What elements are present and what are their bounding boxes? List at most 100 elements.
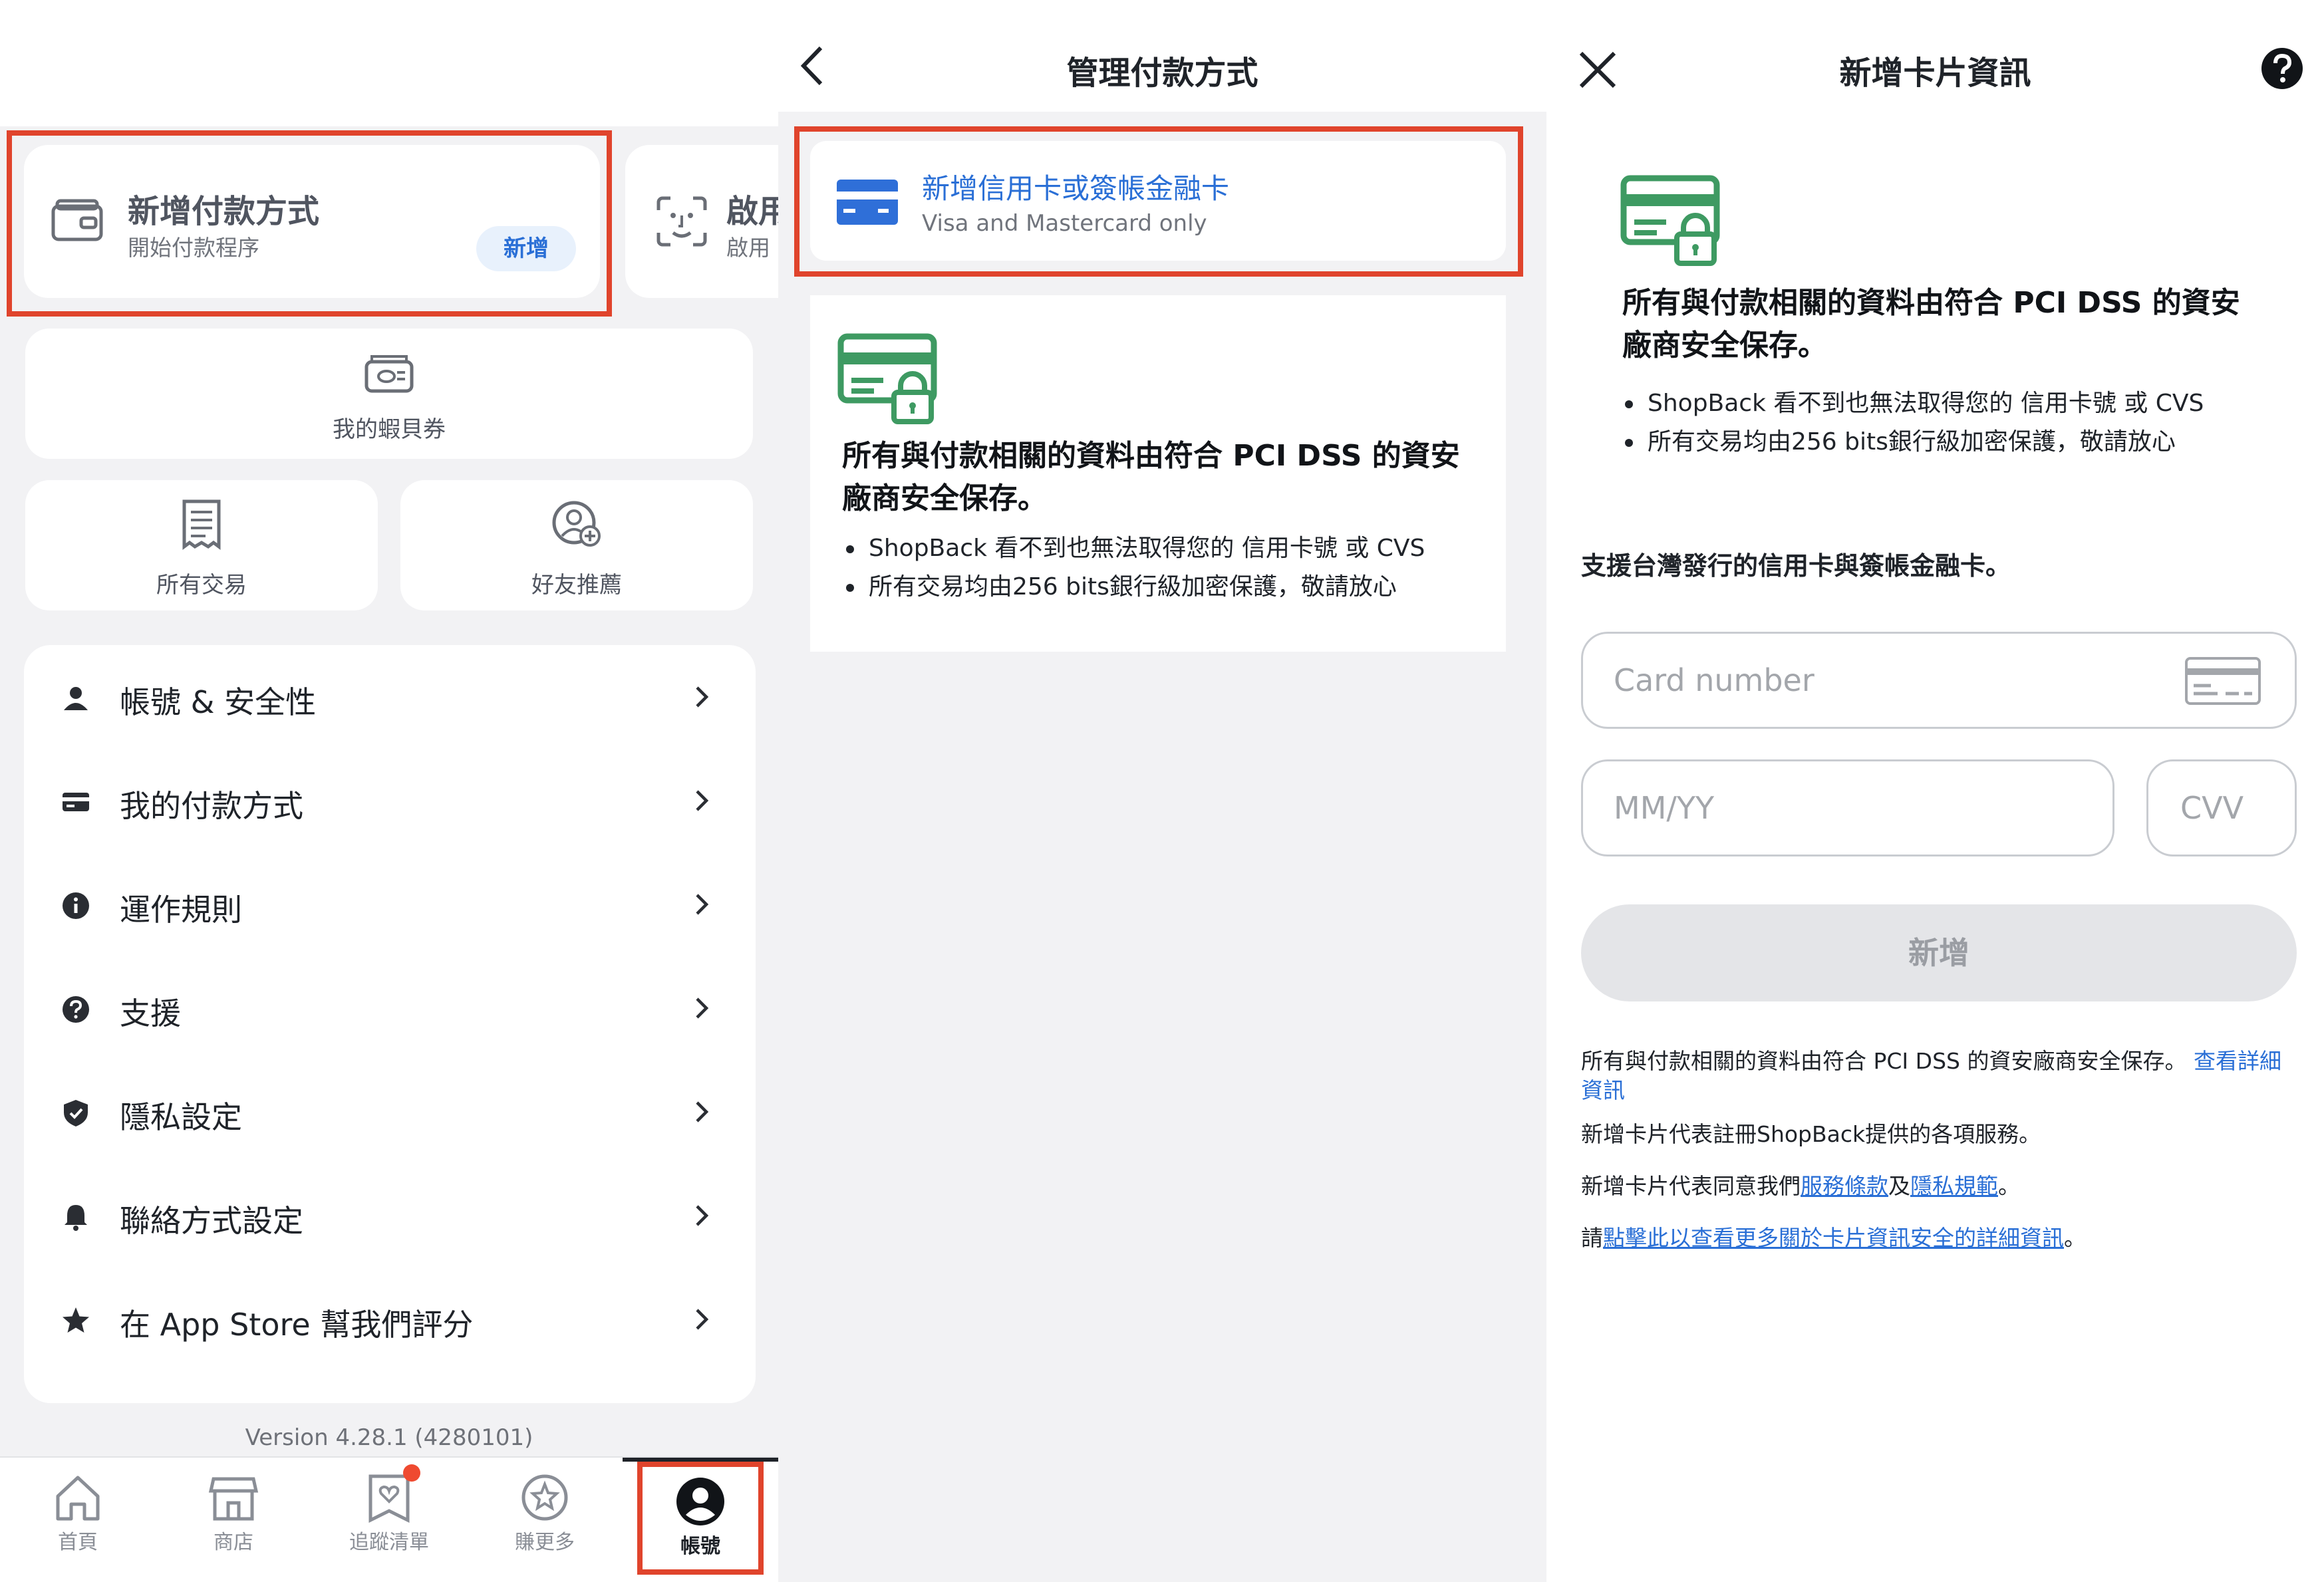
security-notice: 所有與付款相關的資料由符合 PCI DSS 的資安廠商安全保存。 ShopBac… [1620,174,2298,473]
chevron-right-icon [696,790,709,811]
chevron-right-icon [696,686,709,708]
supported-cards-note: 支援台灣發行的信用卡與簽帳金融卡。 [1581,551,2011,581]
cvv-placeholder: CVV [2180,790,2244,826]
person-icon [64,687,88,710]
menu-item-privacy[interactable]: 隱私設定 [24,1060,756,1164]
tab-tracking-list[interactable]: 追蹤清單 [311,1458,467,1582]
menu-item-account-security[interactable]: 帳號 & 安全性 [24,645,756,749]
enable-title: 啟用 [726,193,778,230]
secure-card-icon [1620,175,1720,266]
help-icon[interactable] [2260,47,2304,90]
highlight-account-tab [637,1462,764,1575]
security-bullet: ShopBack 看不到也無法取得您的 信用卡號 或 CVS [843,529,1425,568]
status-area [0,0,778,126]
legal-pci-note: 所有與付款相關的資料由符合 PCI DSS 的資安廠商安全保存。 查看詳細資訊 [1581,1047,2286,1105]
face-id-icon [656,196,707,247]
bell-icon [65,1205,87,1231]
account-menu: 帳號 & 安全性 我的付款方式 運作規則 支援 隱私設定 聯絡方式設定 在 Ap… [24,645,756,1403]
star-icon [63,1307,89,1333]
chevron-right-icon [696,1309,709,1330]
legal-text: 。 [1998,1173,2020,1199]
legal-terms-note: 新增卡片代表同意我們服務條款及隱私規範。 [1581,1172,2286,1201]
privacy-policy-link[interactable]: 隱私規範 [1910,1173,1998,1199]
referral-label: 好友推薦 [531,572,622,598]
shield-icon [64,1100,88,1126]
security-bullets: ShopBack 看不到也無法取得您的 信用卡號 或 CVS 所有交易均由256… [1622,384,2204,461]
highlight-add-card [794,126,1523,277]
voucher-icon [364,355,414,393]
page-title: 管理付款方式 [1066,55,1258,92]
transactions-tile[interactable]: 所有交易 [25,480,378,610]
menu-item-support[interactable]: 支援 [24,956,756,1060]
expiry-field[interactable]: MM/YY [1581,759,2114,857]
enable-face-card[interactable]: 啟用 啟用 [625,145,778,298]
security-notice: 所有與付款相關的資料由符合 PCI DSS 的資安廠商安全保存。 ShopBac… [810,295,1506,652]
legal-register-note: 新增卡片代表註冊ShopBack提供的各項服務。 [1581,1121,2041,1147]
tab-earn-more[interactable]: 賺更多 [467,1458,623,1582]
security-bullet: ShopBack 看不到也無法取得您的 信用卡號 或 CVS [1622,384,2204,423]
card-security-link[interactable]: 點擊此以查看更多關於卡片資訊安全的詳細資訊 [1603,1225,2064,1251]
tab-label: 賺更多 [515,1531,575,1554]
chevron-right-icon [696,1101,709,1122]
menu-label: 聯絡方式設定 [120,1203,303,1239]
menu-item-payment-methods[interactable]: 我的付款方式 [24,749,756,853]
tab-home[interactable]: 首頁 [0,1458,156,1582]
star-badge-icon [521,1474,568,1521]
legal-text: 。 [2064,1225,2086,1251]
tab-label: 商店 [214,1531,253,1554]
legal-text: 及 [1888,1173,1910,1199]
account-panel: 新增付款方式 開始付款程序 新增 啟用 啟用 我的蝦貝券 所有交易 好友推薦 帳… [0,0,778,1582]
card-outline-icon [2185,657,2261,705]
card-number-placeholder: Card number [1614,662,1815,698]
legal-text: 請 [1581,1225,1603,1251]
security-bullet: 所有交易均由256 bits銀行級加密保護，敬請放心 [1622,423,2204,461]
tab-label: 首頁 [58,1531,98,1554]
question-icon [63,996,89,1023]
legal-text: 新增卡片代表同意我們 [1581,1173,1801,1199]
cvv-field[interactable]: CVV [2146,759,2297,857]
legal-text: 所有與付款相關的資料由符合 PCI DSS 的資安廠商安全保存。 [1581,1048,2194,1074]
info-icon [63,892,89,919]
store-icon [208,1477,259,1521]
highlight-add-payment [7,130,612,317]
add-friend-icon [552,501,601,547]
menu-label: 支援 [120,995,181,1031]
menu-label: 我的付款方式 [120,788,303,824]
chevron-right-icon [696,997,709,1019]
tab-store[interactable]: 商店 [156,1458,311,1582]
menu-label: 帳號 & 安全性 [120,684,317,720]
card-number-field[interactable]: Card number [1581,632,2297,729]
expiry-placeholder: MM/YY [1614,790,1715,826]
credit-card-icon [63,793,89,811]
home-icon [56,1476,100,1521]
enable-subtitle: 啟用 [726,235,770,261]
security-heading: 所有與付款相關的資料由符合 PCI DSS 的資安廠商安全保存。 [842,439,1460,515]
referral-tile[interactable]: 好友推薦 [400,480,753,610]
chevron-right-icon [696,894,709,915]
menu-item-rules[interactable]: 運作規則 [24,853,756,956]
menu-item-contact-settings[interactable]: 聯絡方式設定 [24,1164,756,1267]
voucher-label: 我的蝦貝券 [333,416,446,443]
voucher-tile[interactable]: 我的蝦貝券 [25,329,753,459]
security-bullets: ShopBack 看不到也無法取得您的 信用卡號 或 CVS 所有交易均由256… [843,529,1425,606]
security-bullet: 所有交易均由256 bits銀行級加密保護，敬請放心 [843,568,1425,606]
transactions-label: 所有交易 [156,572,247,598]
chevron-right-icon [696,1205,709,1226]
menu-label: 在 App Store 幫我們評分 [120,1307,474,1343]
manage-payment-panel: 管理付款方式 新增信用卡或簽帳金融卡 Visa and Mastercard o… [778,0,1546,1582]
app-version: Version 4.28.1 (4280101) [245,1424,533,1451]
security-heading: 所有與付款相關的資料由符合 PCI DSS 的資安廠商安全保存。 [1622,286,2240,362]
nav-header: 管理付款方式 [778,0,1546,112]
notification-dot [403,1464,420,1482]
menu-label: 運作規則 [120,892,242,928]
legal-security-note: 請點擊此以查看更多關於卡片資訊安全的詳細資訊。 [1581,1224,2286,1253]
secure-card-icon [837,333,937,424]
tab-label: 追蹤清單 [349,1531,429,1554]
menu-label: 隱私設定 [120,1099,242,1135]
add-card-panel: 新增卡片資訊 所有與付款相關的資料由符合 PCI DSS 的資安廠商安全保存。 … [1546,0,2324,1582]
terms-of-service-link[interactable]: 服務條款 [1801,1173,1888,1199]
submit-add-card-button[interactable]: 新增 [1581,904,2297,1001]
receipt-icon [182,499,221,550]
menu-item-rate-app[interactable]: 在 App Store 幫我們評分 [24,1267,756,1371]
page-title: 新增卡片資訊 [1839,55,2031,92]
